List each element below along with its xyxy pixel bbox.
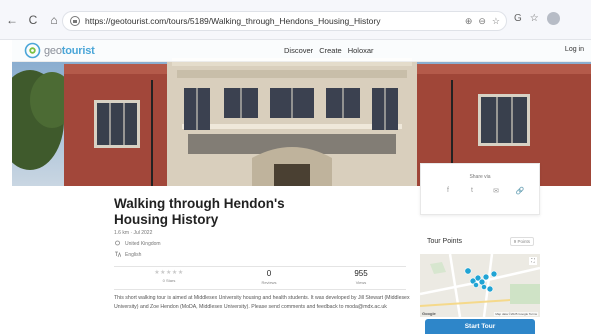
- twitter-icon[interactable]: t: [467, 187, 477, 195]
- start-tour-button[interactable]: Start Tour: [425, 319, 535, 334]
- browser-toolbar: ← C ⌂ https://geotourist.com/tours/5189/…: [0, 0, 591, 40]
- rating-label: 0 Stars: [162, 278, 176, 283]
- bookmark-icon[interactable]: ☆: [492, 15, 500, 27]
- share-title: Share via: [469, 174, 491, 180]
- tour-language: English: [114, 251, 141, 258]
- share-panel: Share via f t ✉ 🔗: [420, 163, 540, 215]
- location-pin-icon: [115, 240, 120, 246]
- points-count-badge: 9 Points: [509, 237, 534, 246]
- google-logo: Google: [422, 311, 436, 316]
- back-icon[interactable]: ←: [6, 13, 18, 27]
- logo-wordmark: geotourist: [44, 45, 95, 57]
- map-markers: [464, 267, 498, 293]
- geotourist-logo[interactable]: geotourist: [24, 42, 95, 59]
- rating-stars-icon: ★★★★★: [154, 270, 184, 276]
- rating-stat: ★★★★★ 0 Stars: [134, 269, 204, 283]
- tour-location: United Kingdom: [114, 240, 161, 247]
- nav-holoxar[interactable]: Holoxar: [348, 46, 374, 55]
- zoom-in-icon[interactable]: ⊕: [465, 15, 473, 27]
- map-marker: [486, 285, 494, 293]
- facebook-icon[interactable]: f: [443, 187, 453, 195]
- site-header: geotourist Discover Create Holoxar Log i…: [12, 40, 591, 62]
- home-icon[interactable]: ⌂: [48, 13, 60, 27]
- tour-language-text: English: [125, 251, 142, 258]
- map-marker: [473, 282, 479, 288]
- views-stat: 955 Views: [326, 269, 396, 285]
- nav-discover[interactable]: Discover: [284, 46, 313, 55]
- tour-points-title: Tour Points: [427, 238, 463, 245]
- reviews-count: 0: [266, 269, 272, 278]
- profile-avatar[interactable]: [546, 12, 560, 25]
- map-credit[interactable]: Map data ©2025 Google Terms: [494, 312, 538, 316]
- zoom-out-icon[interactable]: ⊖: [478, 15, 486, 27]
- map-marker: [481, 284, 487, 290]
- nav-create[interactable]: Create: [319, 46, 342, 55]
- map-marker: [490, 270, 498, 278]
- language-icon: [115, 251, 121, 258]
- tour-location-text: United Kingdom: [125, 240, 161, 247]
- reviews-stat: 0 Reviews: [234, 269, 304, 285]
- tour-points-panel: Tour Points 9 Points ⛶ Google Map data ©…: [420, 232, 540, 334]
- logo-prefix: geo: [44, 44, 62, 57]
- tour-info-card: Walking through Hendon's Housing History…: [12, 186, 410, 334]
- tour-stats: ★★★★★ 0 Stars 0 Reviews 955 Views: [114, 266, 406, 290]
- logo-globe-icon: [24, 42, 41, 59]
- map-marker: [478, 278, 486, 286]
- tour-distance-date: 1.6 km · Jul 2022: [114, 230, 153, 236]
- favorites-icon[interactable]: ☆: [530, 12, 539, 26]
- map-marker: [464, 267, 472, 275]
- address-bar[interactable]: https://geotourist.com/tours/5189/Walkin…: [62, 11, 507, 31]
- link-icon[interactable]: 🔗: [515, 187, 525, 195]
- login-link[interactable]: Log in: [565, 46, 584, 53]
- fullscreen-icon[interactable]: ⛶: [529, 257, 537, 265]
- main-nav: Discover Create Holoxar: [284, 46, 374, 55]
- extension-icon[interactable]: G: [514, 12, 522, 26]
- tour-map[interactable]: ⛶ Google Map data ©2025 Google Terms: [420, 254, 540, 317]
- url-text[interactable]: https://geotourist.com/tours/5189/Walkin…: [85, 16, 380, 26]
- logo-suffix: tourist: [61, 44, 95, 57]
- tour-description: This short walking tour is aimed at Midd…: [114, 295, 410, 310]
- email-icon[interactable]: ✉: [491, 187, 501, 195]
- reviews-label: Reviews: [261, 280, 277, 285]
- page-gutter: [0, 40, 12, 334]
- tour-title: Walking through Hendon's Housing History: [114, 196, 285, 227]
- views-label: Views: [355, 280, 367, 285]
- reload-icon[interactable]: C: [27, 13, 39, 27]
- map-marker: [482, 273, 490, 281]
- views-count: 955: [354, 269, 368, 278]
- site-info-icon[interactable]: [69, 15, 81, 27]
